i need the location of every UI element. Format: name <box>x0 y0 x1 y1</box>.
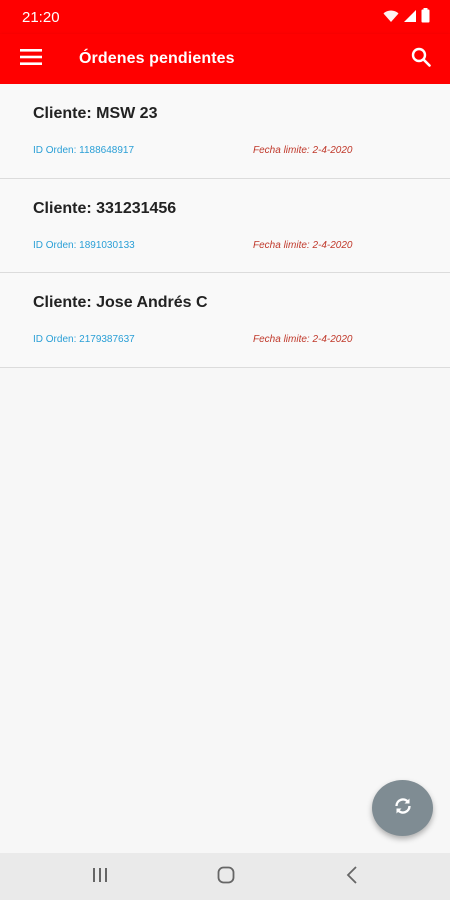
battery-icon <box>421 8 430 23</box>
signal-icon <box>403 9 417 23</box>
recent-apps-icon <box>92 867 108 888</box>
order-id: ID Orden: 1891030133 <box>33 239 135 251</box>
order-deadline: Fecha limite: 2-4-2020 <box>253 239 353 251</box>
order-client: Cliente: Jose Andrés C <box>33 294 208 311</box>
system-nav-bar <box>0 853 450 900</box>
app-bar: Órdenes pendientes <box>0 34 450 84</box>
search-button[interactable] <box>400 38 442 80</box>
back-icon <box>346 865 358 889</box>
order-id: ID Orden: 1188648917 <box>33 145 135 156</box>
order-list: Cliente: MSW 23 ID Orden: 1188648917 Fec… <box>0 84 450 368</box>
status-icons <box>383 8 430 23</box>
status-time: 21:20 <box>22 9 60 26</box>
search-icon <box>411 47 431 72</box>
order-list-item[interactable]: Cliente: Jose Andrés C ID Orden: 2179387… <box>0 273 450 368</box>
back-button[interactable] <box>332 863 372 891</box>
home-button[interactable] <box>206 863 246 891</box>
page-title: Órdenes pendientes <box>79 50 235 67</box>
menu-button[interactable] <box>10 38 52 80</box>
recent-apps-button[interactable] <box>80 863 120 891</box>
order-client: Cliente: MSW 23 <box>33 105 158 122</box>
order-deadline: Fecha limite: 2-4-2020 <box>253 145 353 156</box>
refresh-button[interactable] <box>372 780 433 836</box>
order-client: Cliente: 331231456 <box>33 199 177 217</box>
wifi-icon <box>383 9 399 23</box>
order-id: ID Orden: 2179387637 <box>33 334 135 345</box>
order-deadline: Fecha limite: 2-4-2020 <box>253 334 353 345</box>
order-list-item[interactable]: Cliente: 331231456 ID Orden: 1891030133 … <box>0 178 450 273</box>
status-bar: 21:20 <box>0 0 450 34</box>
home-icon <box>217 866 235 889</box>
refresh-icon <box>393 796 413 821</box>
menu-icon <box>20 48 42 70</box>
order-list-item[interactable]: Cliente: MSW 23 ID Orden: 1188648917 Fec… <box>0 84 450 179</box>
